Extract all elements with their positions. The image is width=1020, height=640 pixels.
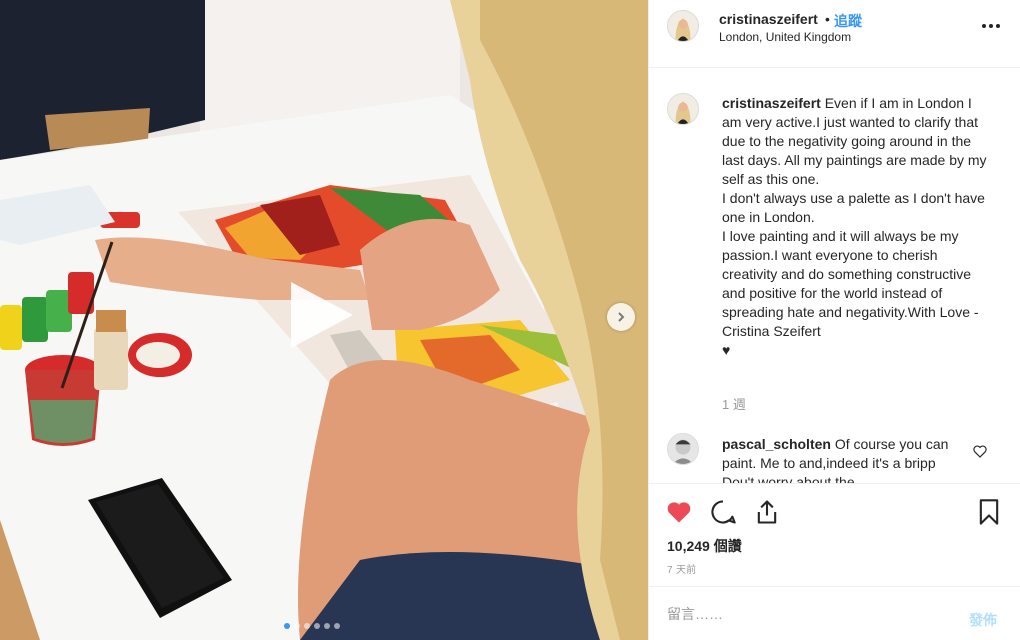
author-username[interactable]: cristinaszeifert xyxy=(719,11,818,27)
comment-like-button[interactable] xyxy=(972,443,988,459)
bookmark-icon xyxy=(979,499,999,525)
post-comment-button[interactable]: 發佈 xyxy=(969,610,997,630)
post-details-panel: cristinaszeifert • 追蹤 London, United Kin… xyxy=(648,0,1020,640)
carousel-dot xyxy=(334,623,340,629)
carousel-dot xyxy=(284,623,290,629)
commenter-avatar[interactable] xyxy=(667,433,699,465)
caption-text-3: I love painting and it will always be my… xyxy=(722,228,979,339)
comment-item: pascal_scholten Of course you can paint.… xyxy=(722,435,962,483)
like-button[interactable] xyxy=(665,498,693,526)
next-slide-button[interactable] xyxy=(607,303,635,331)
add-comment-bar: 發佈 xyxy=(649,586,1020,640)
caption-username[interactable]: cristinaszeifert xyxy=(722,95,821,111)
carousel-indicator xyxy=(284,623,340,629)
more-options-button[interactable] xyxy=(979,16,1003,36)
share-button[interactable] xyxy=(753,498,781,526)
caption-time-ago[interactable]: 1 週 xyxy=(722,394,746,413)
comments-list[interactable]: cristinaszeifert Even if I am in London … xyxy=(649,69,1020,483)
comment-username[interactable]: pascal_scholten xyxy=(722,436,831,452)
heart-emoji: ♥ xyxy=(722,342,731,358)
carousel-dot xyxy=(304,623,310,629)
more-horizontal-icon xyxy=(982,24,1000,28)
play-button[interactable] xyxy=(283,278,357,352)
carousel-dot xyxy=(314,623,320,629)
comment-input[interactable] xyxy=(667,603,947,625)
heart-outline-icon xyxy=(973,445,987,458)
post-header: cristinaszeifert • 追蹤 London, United Kin… xyxy=(649,0,1020,68)
likes-count[interactable]: 10,249 個讚 xyxy=(667,536,742,556)
comment-button[interactable] xyxy=(709,498,737,526)
post-timestamp[interactable]: 7 天前 xyxy=(667,561,697,576)
caption-text-2: I don't always use a palette as I don't … xyxy=(722,190,985,225)
carousel-dot xyxy=(324,623,330,629)
caption-avatar[interactable] xyxy=(667,93,699,125)
post-caption: cristinaszeifert Even if I am in London … xyxy=(722,94,992,360)
follow-button[interactable]: 追蹤 xyxy=(834,11,862,31)
comment-bubble-icon xyxy=(711,500,736,524)
post-actions: 10,249 個讚 7 天前 xyxy=(649,483,1020,586)
save-button[interactable] xyxy=(975,498,1003,526)
carousel-dot xyxy=(294,623,300,629)
heart-filled-icon xyxy=(667,502,691,523)
play-icon xyxy=(291,282,353,348)
separator-dot: • xyxy=(825,11,830,27)
share-icon xyxy=(757,500,777,524)
post-media[interactable] xyxy=(0,0,648,640)
location-link[interactable]: London, United Kingdom xyxy=(719,30,851,44)
chevron-right-icon xyxy=(618,312,625,322)
author-avatar[interactable] xyxy=(667,10,699,42)
